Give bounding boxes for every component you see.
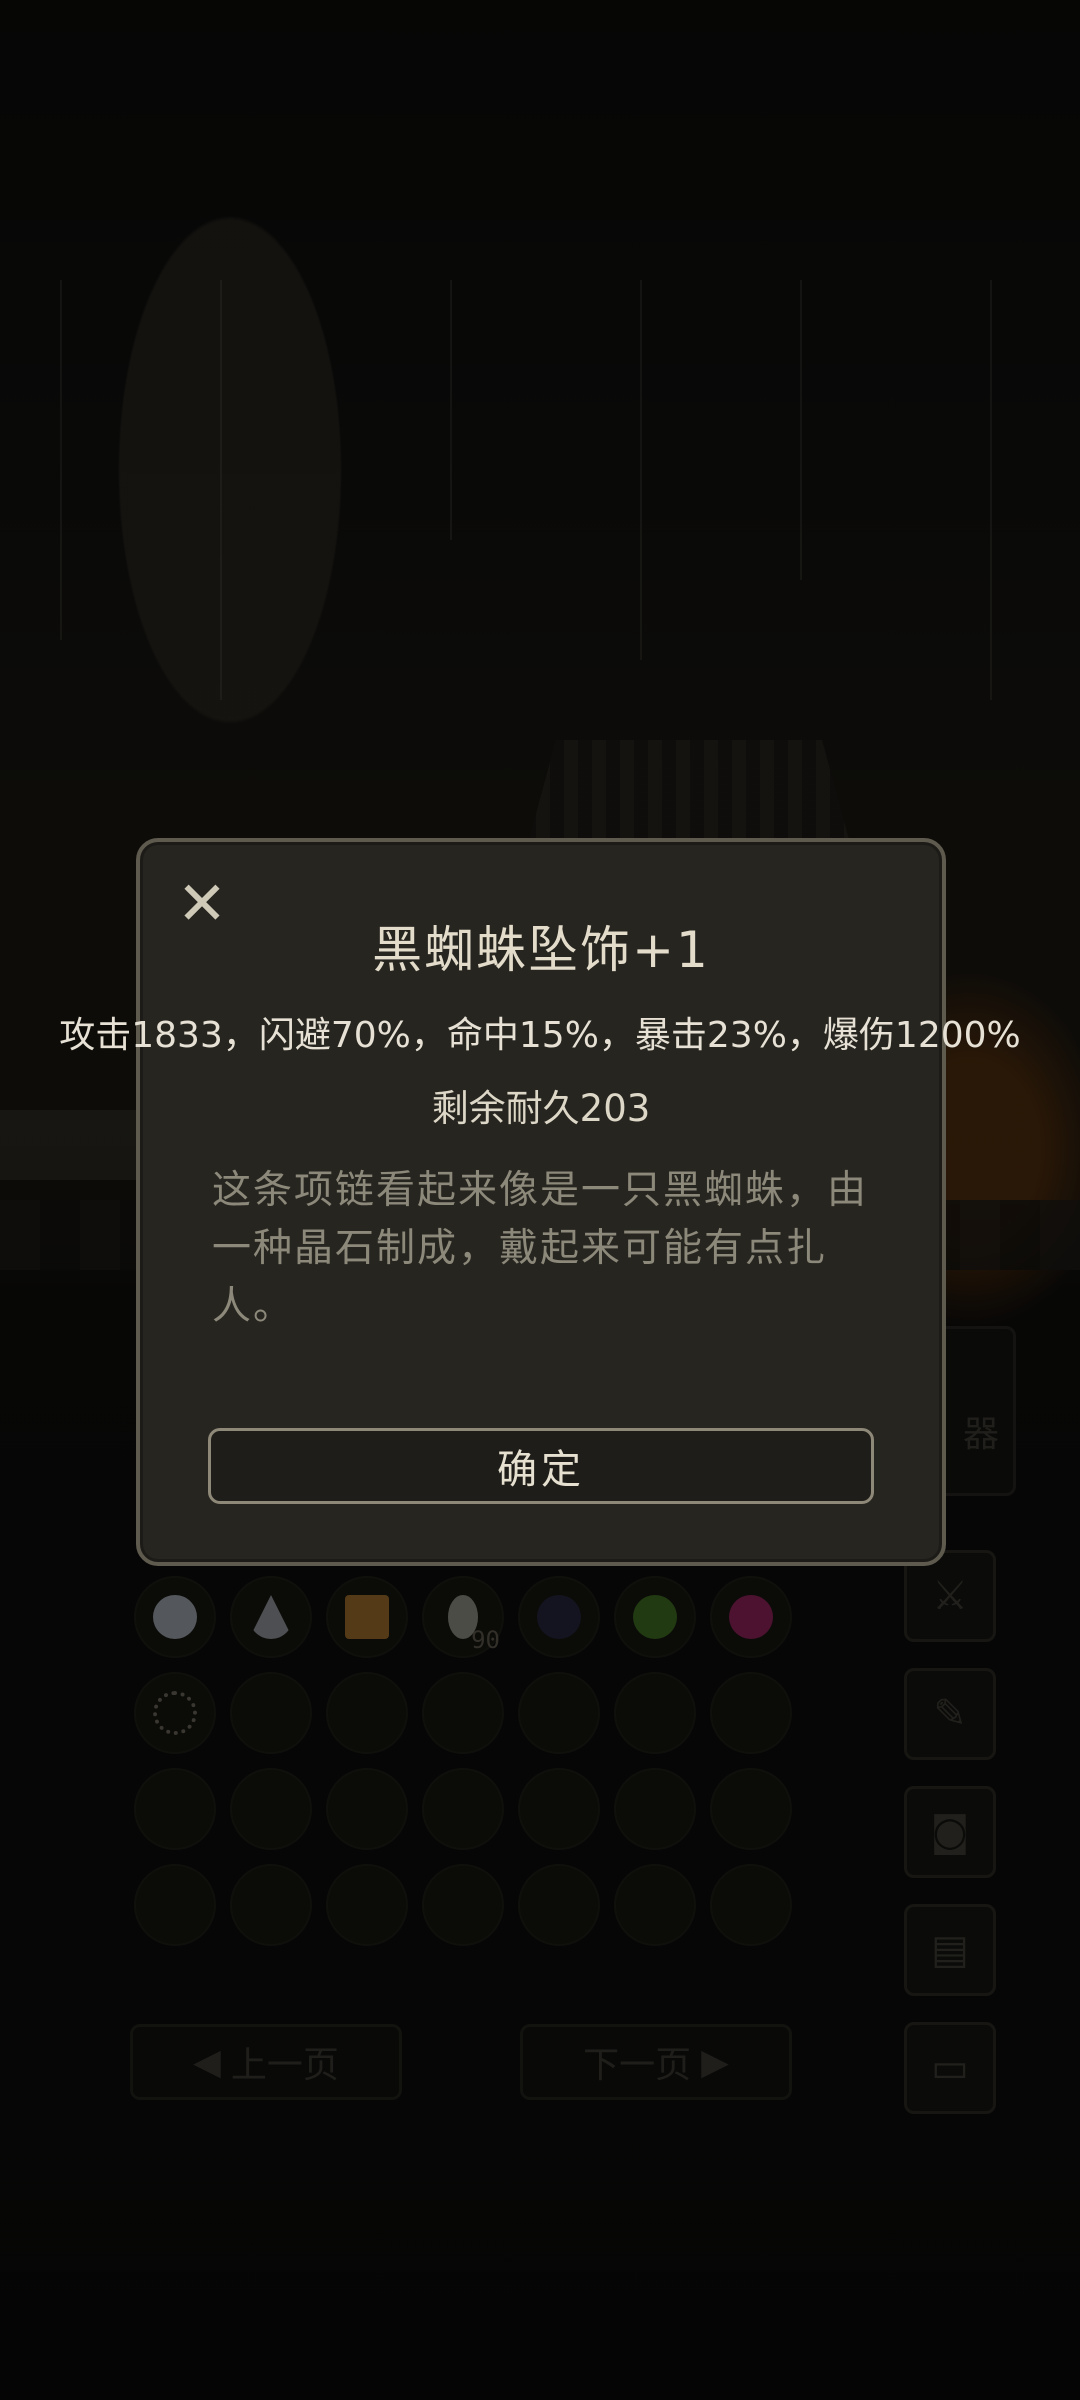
item-stats: 攻击1833，闪避70%，命中15%，暴击23%，爆伤1200% [59,1015,1021,1056]
item-durability: 剩余耐久203 [431,1087,651,1130]
confirm-label: 确定 [497,1447,585,1493]
item-title: 黑蜘蛛坠饰+1 [372,921,710,979]
confirm-button[interactable]: 确定 [208,1428,874,1504]
item-description: 这条项链看起来像是一只黑蜘蛛，由一种晶石制成，戴起来可能有点扎人。 [212,1168,869,1329]
